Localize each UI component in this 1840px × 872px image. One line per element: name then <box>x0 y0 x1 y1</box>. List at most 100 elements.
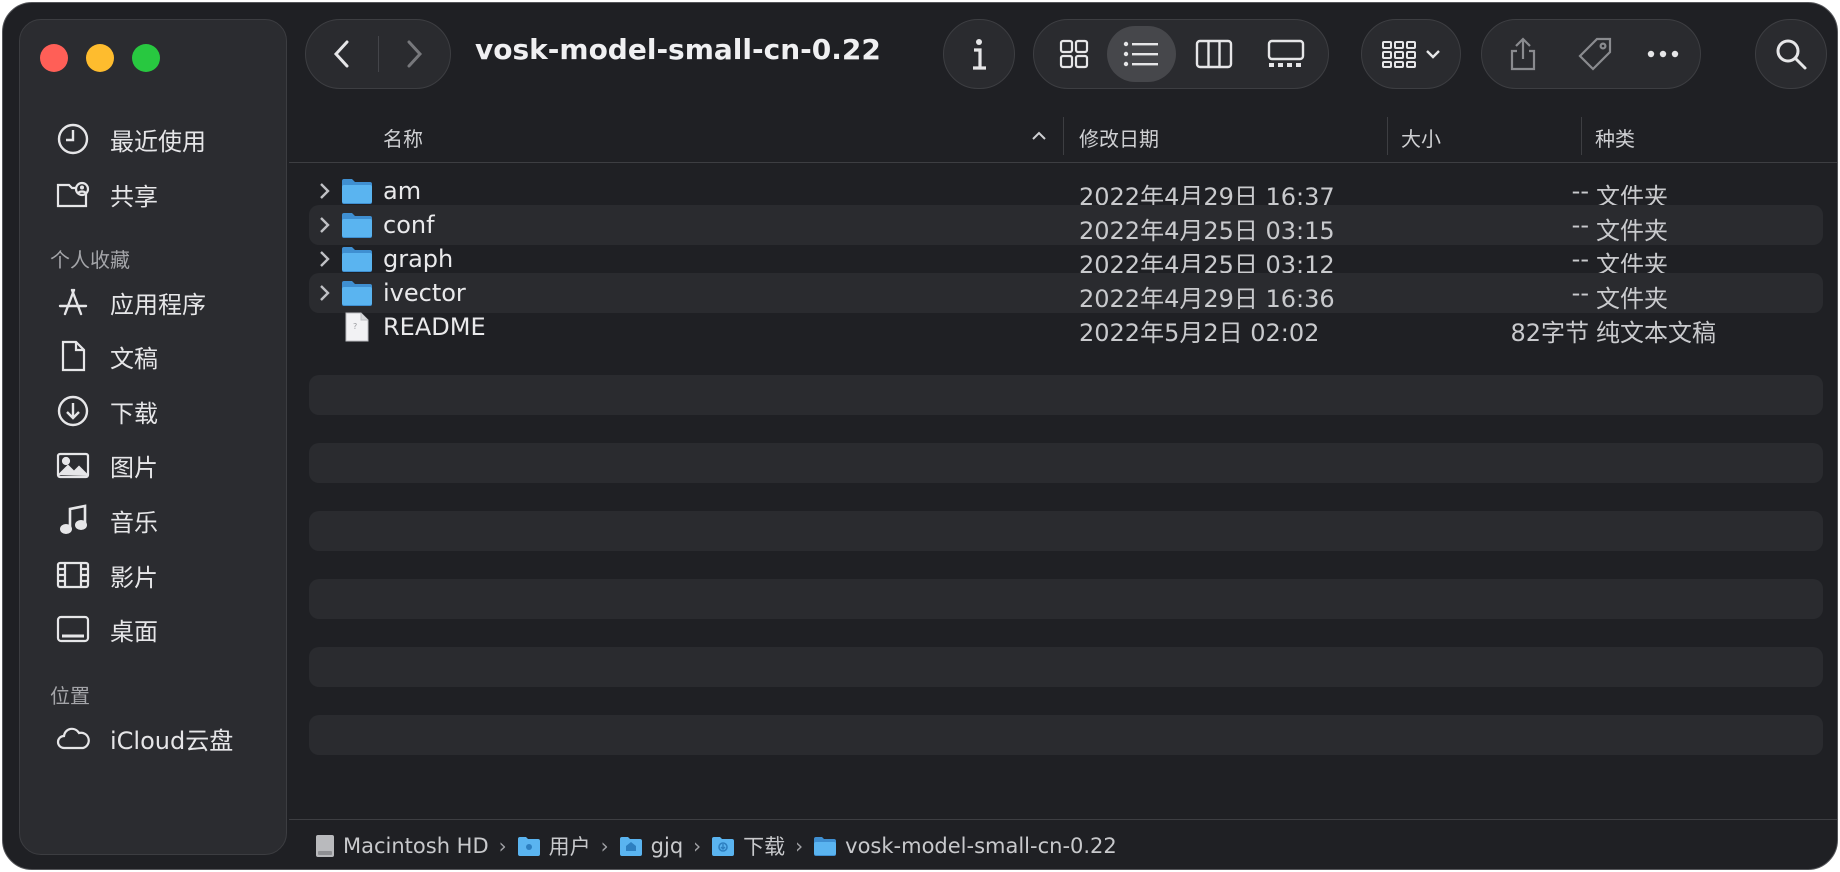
file-name: ivector <box>383 279 466 307</box>
column-date-modified[interactable]: 修改日期 <box>1079 123 1159 152</box>
file-name: conf <box>383 211 435 239</box>
navigation-buttons <box>305 19 451 89</box>
disclosure-chevron-icon[interactable] <box>317 182 333 200</box>
sidebar-item-label: 图片 <box>110 453 158 482</box>
clock-icon <box>54 120 92 158</box>
file-size: -- <box>1571 177 1589 205</box>
empty-row <box>309 511 1823 551</box>
path-item-macintosh-hd[interactable]: Macintosh HD <box>315 834 489 858</box>
path-bar: Macintosh HD › 用户 › gjq › 下载 › vosk-mode… <box>289 819 1837 869</box>
back-button[interactable] <box>306 26 378 82</box>
sidebar-item-movies[interactable]: 影片 <box>54 553 274 597</box>
share-icon <box>1510 37 1535 71</box>
get-info-button[interactable] <box>943 19 1015 89</box>
sidebar-item-label: 文稿 <box>110 344 158 373</box>
empty-row <box>309 647 1823 687</box>
group-by-button[interactable] <box>1361 19 1461 89</box>
columns-icon <box>1195 39 1232 69</box>
sidebar-item-label: 应用程序 <box>110 290 206 319</box>
column-kind[interactable]: 种类 <box>1595 123 1635 152</box>
close-button[interactable] <box>40 44 68 72</box>
download-icon <box>54 392 92 430</box>
shared-folder-icon <box>54 175 92 213</box>
folder-icon <box>342 213 372 238</box>
group-icon <box>1382 41 1416 68</box>
file-size: -- <box>1571 211 1589 239</box>
disclosure-chevron-icon[interactable] <box>317 250 333 268</box>
icon-view-button[interactable] <box>1041 26 1107 82</box>
chevron-right-icon <box>407 40 423 68</box>
empty-row <box>309 579 1823 619</box>
sidebar-item-icloud[interactable]: iCloud云盘 <box>54 716 274 760</box>
path-item-current-folder[interactable]: vosk-model-small-cn-0.22 <box>813 834 1117 858</box>
empty-row <box>309 715 1823 755</box>
view-mode-switcher <box>1033 19 1329 89</box>
chevron-down-icon <box>1426 50 1440 59</box>
column-header: 名称 修改日期 大小 种类 <box>289 113 1837 163</box>
chevron-left-icon <box>333 40 349 68</box>
gallery-view-button[interactable] <box>1252 26 1322 82</box>
sidebar-item-desktop[interactable]: 桌面 <box>54 607 274 651</box>
gallery-icon <box>1268 39 1305 67</box>
sort-ascending-icon[interactable] <box>1031 131 1047 141</box>
finder-window: 最近使用 共享 个人收藏 应用程序 文稿 下载 图片 音乐 影片 桌面 位置 i… <box>2 2 1838 870</box>
pictures-icon <box>54 446 92 484</box>
action-buttons <box>1481 19 1701 89</box>
list-icon <box>1124 41 1159 67</box>
path-item-downloads[interactable]: 下载 <box>711 831 785 861</box>
document-icon <box>54 337 92 375</box>
path-item-gjq[interactable]: gjq <box>619 834 683 858</box>
minimize-button[interactable] <box>86 44 114 72</box>
tag-icon <box>1578 37 1612 71</box>
file-size: -- <box>1571 279 1589 307</box>
sidebar-item-label: 下载 <box>110 399 158 428</box>
file-date: 2022年5月2日 02:02 <box>1079 319 1320 347</box>
sidebar-item-recents[interactable]: 最近使用 <box>54 117 274 161</box>
folder-icon <box>342 179 372 204</box>
file-name: am <box>383 177 422 205</box>
folder-icon <box>342 281 372 306</box>
desktop-icon <box>54 610 92 648</box>
forward-button[interactable] <box>379 26 451 82</box>
downloads-folder-icon <box>711 836 735 856</box>
sidebar-section-locations: 位置 <box>50 684 90 708</box>
sidebar-item-documents[interactable]: 文稿 <box>54 334 274 378</box>
sidebar: 最近使用 共享 个人收藏 应用程序 文稿 下载 图片 音乐 影片 桌面 位置 i… <box>19 19 287 855</box>
music-icon <box>54 501 92 539</box>
empty-row <box>309 443 1823 483</box>
sidebar-section-favorites: 个人收藏 <box>50 248 130 272</box>
sidebar-item-label: 桌面 <box>110 617 158 646</box>
search-button[interactable] <box>1755 19 1827 89</box>
svg-text:?: ? <box>353 322 357 331</box>
disclosure-chevron-icon[interactable] <box>317 216 333 234</box>
sidebar-item-label: 最近使用 <box>110 127 206 156</box>
sidebar-item-shared[interactable]: 共享 <box>54 172 274 216</box>
home-folder-icon <box>619 836 643 856</box>
more-actions-button[interactable] <box>1633 26 1694 82</box>
column-size[interactable]: 大小 <box>1401 123 1441 152</box>
zoom-button[interactable] <box>132 44 160 72</box>
file-row-readme[interactable]: ? README 2022年5月2日 02:02 82字节 纯文本文稿 <box>309 307 1823 347</box>
ellipsis-icon <box>1648 50 1679 58</box>
path-item-users[interactable]: 用户 <box>517 831 591 861</box>
cloud-icon <box>54 719 92 757</box>
disclosure-chevron-icon[interactable] <box>317 284 333 302</box>
sidebar-item-label: iCloud云盘 <box>110 726 234 755</box>
empty-row <box>309 375 1823 415</box>
list-view-button[interactable] <box>1106 26 1177 82</box>
sidebar-item-pictures[interactable]: 图片 <box>54 443 274 487</box>
text-document-icon: ? <box>345 312 369 342</box>
file-size: 82字节 <box>1510 319 1589 347</box>
sidebar-item-music[interactable]: 音乐 <box>54 498 274 542</box>
file-list: am 2022年4月29日 16:37 -- 文件夹 conf 2022年4月2… <box>309 171 1823 817</box>
tags-button[interactable] <box>1557 26 1632 82</box>
sidebar-item-label: 影片 <box>110 563 158 592</box>
film-icon <box>54 556 92 594</box>
file-name: README <box>383 313 486 341</box>
share-button[interactable] <box>1488 26 1557 82</box>
column-name[interactable]: 名称 <box>383 123 423 152</box>
file-name: graph <box>383 245 454 273</box>
sidebar-item-downloads[interactable]: 下载 <box>54 389 274 433</box>
sidebar-item-applications[interactable]: 应用程序 <box>54 280 274 324</box>
column-view-button[interactable] <box>1176 26 1251 82</box>
